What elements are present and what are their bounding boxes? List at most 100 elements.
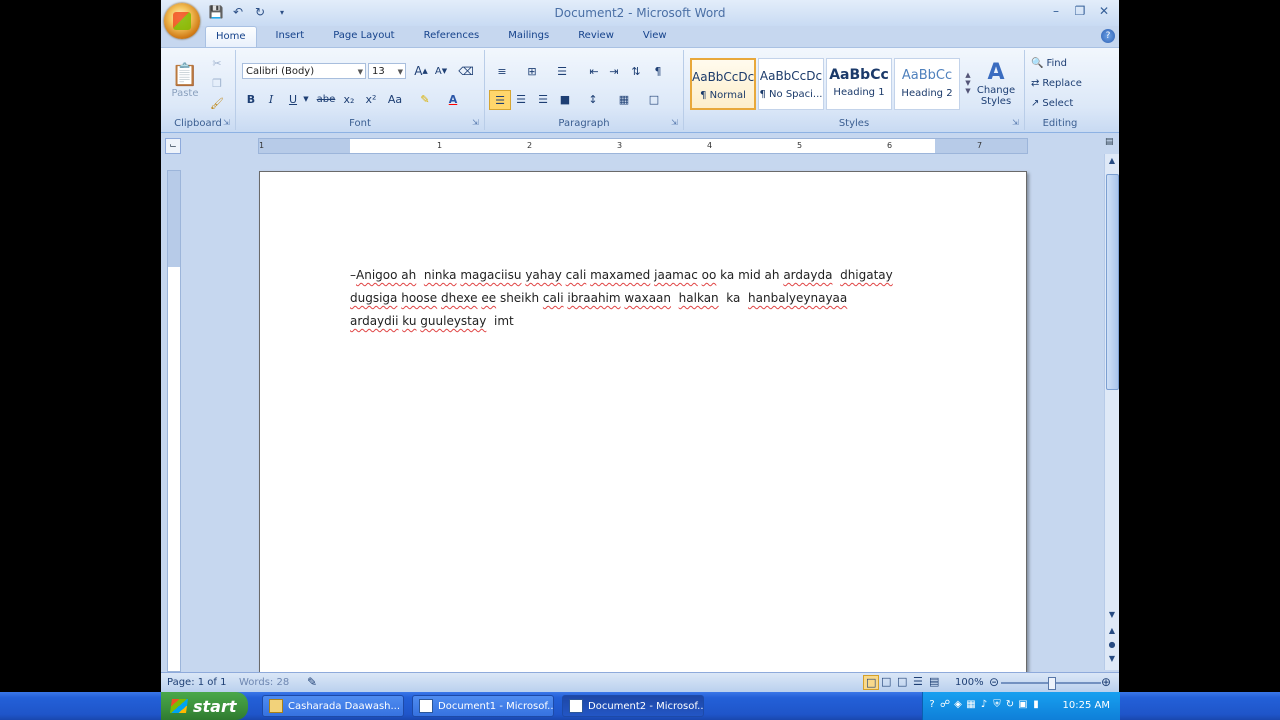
zoom-slider-handle[interactable] bbox=[1048, 677, 1056, 690]
select-button[interactable]: ↗ Select bbox=[1031, 94, 1091, 112]
underline-button[interactable]: U bbox=[284, 90, 302, 108]
page-count[interactable]: Page: 1 of 1 bbox=[167, 677, 226, 688]
vertical-ruler[interactable] bbox=[167, 170, 181, 672]
taskbar-item-folder[interactable]: Casharada Daawash... bbox=[262, 695, 404, 717]
horizontal-ruler[interactable]: 1 1 2 3 4 5 6 7 bbox=[258, 138, 1028, 154]
proofing-icon[interactable]: ✎ bbox=[307, 675, 317, 689]
print-layout-icon[interactable]: □ bbox=[863, 675, 880, 690]
justify-icon[interactable]: ■ bbox=[555, 90, 575, 108]
language-tray-icon[interactable]: ◈ bbox=[953, 699, 963, 711]
style-no-spacing[interactable]: AaBbCcDc ¶ No Spaci... bbox=[758, 58, 824, 110]
subscript-button[interactable]: x₂ bbox=[340, 90, 358, 108]
replace-button[interactable]: ⇄ Replace bbox=[1031, 74, 1093, 92]
font-size-combo[interactable]: 13 ▼ bbox=[368, 63, 406, 79]
zoom-out-icon[interactable]: ⊝ bbox=[989, 675, 999, 689]
font-group: Calibri (Body) ▼ 13 ▼ A ▲ A ▼ ⌫ B I U ▼ abe … bbox=[236, 50, 485, 130]
style-heading-2[interactable]: AaBbCc Heading 2 bbox=[894, 58, 960, 110]
zoom-in-icon[interactable]: ⊕ bbox=[1101, 675, 1111, 689]
browse-object-icon[interactable]: ● bbox=[1105, 640, 1119, 652]
align-left-icon[interactable]: ☰ bbox=[489, 90, 511, 110]
shield-tray-icon[interactable]: ⛨ bbox=[992, 699, 1002, 711]
start-button[interactable]: start bbox=[161, 692, 248, 720]
change-case-button[interactable]: Aa bbox=[384, 90, 406, 108]
italic-button[interactable]: I bbox=[262, 90, 280, 108]
tab-view[interactable]: View bbox=[633, 26, 677, 48]
dialog-launcher-icon[interactable]: ⇲ bbox=[1012, 119, 1020, 127]
multilevel-list-icon[interactable]: ☰ bbox=[549, 62, 575, 80]
cut-icon[interactable]: ✂ bbox=[207, 54, 227, 72]
sort-icon[interactable]: ⇅ bbox=[627, 62, 645, 80]
office-button[interactable] bbox=[164, 3, 200, 39]
security-tray-icon[interactable]: ☍ bbox=[940, 699, 950, 711]
tab-references[interactable]: References bbox=[414, 26, 490, 48]
decrease-indent-icon[interactable]: ⇤ bbox=[585, 62, 603, 80]
minimize-icon[interactable]: – bbox=[1045, 2, 1067, 20]
style-heading-1[interactable]: AaBbCc Heading 1 bbox=[826, 58, 892, 110]
tab-mailings[interactable]: Mailings bbox=[498, 26, 559, 48]
chevron-down-icon: ▼ bbox=[357, 68, 363, 76]
tab-page-layout[interactable]: Page Layout bbox=[323, 26, 404, 48]
network-tray-icon[interactable]: ▦ bbox=[966, 699, 976, 711]
full-screen-reading-icon[interactable]: □ bbox=[881, 675, 891, 688]
battery-tray-icon[interactable]: ▮ bbox=[1031, 699, 1041, 711]
sync-tray-icon[interactable]: ↻ bbox=[1005, 699, 1015, 711]
restore-icon[interactable]: ❐ bbox=[1069, 2, 1091, 20]
find-button[interactable]: 🔍 Find bbox=[1031, 54, 1091, 72]
format-painter-icon[interactable]: 🖌 bbox=[207, 94, 227, 112]
draft-icon[interactable]: ▤ bbox=[929, 675, 939, 688]
line-spacing-icon[interactable]: ↕ bbox=[581, 90, 605, 108]
numbering-icon[interactable]: ⊞ bbox=[519, 62, 545, 80]
tab-insert[interactable]: Insert bbox=[266, 26, 315, 48]
strikethrough-button[interactable]: abe bbox=[316, 90, 336, 108]
zoom-level[interactable]: 100% bbox=[955, 677, 984, 688]
taskbar-item-document2[interactable]: Document2 - Microsof... bbox=[562, 695, 704, 717]
clear-formatting-icon[interactable]: ⌫ bbox=[456, 62, 476, 80]
monitor-tray-icon[interactable]: ▣ bbox=[1018, 699, 1028, 711]
dialog-launcher-icon[interactable]: ⇲ bbox=[671, 119, 679, 127]
close-icon[interactable]: ✕ bbox=[1093, 2, 1115, 20]
shading-icon[interactable]: ▦ bbox=[611, 90, 637, 108]
previous-page-icon[interactable]: ▲ bbox=[1105, 626, 1119, 638]
view-ruler-icon[interactable]: ▤ bbox=[1105, 137, 1117, 151]
align-center-icon[interactable]: ☰ bbox=[511, 90, 531, 108]
document-body[interactable]: –Anigoo ah ninka magaciisu yahay cali ma… bbox=[350, 264, 950, 333]
tab-review[interactable]: Review bbox=[568, 26, 624, 48]
show-marks-button[interactable]: ¶ bbox=[649, 62, 667, 80]
bullets-icon[interactable]: ≡ bbox=[489, 62, 515, 80]
font-color-icon[interactable]: A bbox=[442, 90, 464, 108]
taskbar-item-document1[interactable]: Document1 - Microsof... bbox=[412, 695, 554, 717]
volume-tray-icon[interactable]: ♪ bbox=[979, 699, 989, 711]
highlight-icon[interactable]: ✎ bbox=[414, 90, 436, 108]
dialog-launcher-icon[interactable]: ⇲ bbox=[223, 119, 231, 127]
tab-home[interactable]: Home bbox=[205, 26, 257, 49]
paste-button[interactable]: 📋 Paste bbox=[169, 56, 201, 106]
web-layout-icon[interactable]: □ bbox=[897, 675, 907, 688]
scroll-down-icon[interactable]: ▼ bbox=[1105, 610, 1119, 622]
help-tray-icon[interactable]: ? bbox=[927, 699, 937, 711]
document-page[interactable]: –Anigoo ah ninka magaciisu yahay cali ma… bbox=[259, 171, 1027, 693]
vertical-scrollbar[interactable]: ▲ ▼ ▲ ● ▼ bbox=[1104, 154, 1119, 670]
font-name-combo[interactable]: Calibri (Body) ▼ bbox=[242, 63, 366, 79]
tab-selector-icon[interactable]: ⌙ bbox=[165, 138, 181, 154]
styles-scroll[interactable]: ▲ ▼ ▼ bbox=[962, 58, 974, 108]
change-styles-button[interactable]: A Change Styles bbox=[976, 54, 1016, 112]
help-icon[interactable]: ? bbox=[1101, 29, 1115, 43]
copy-icon[interactable]: ❐ bbox=[207, 74, 227, 92]
scroll-thumb[interactable] bbox=[1106, 174, 1119, 390]
dialog-launcher-icon[interactable]: ⇲ bbox=[472, 119, 480, 127]
superscript-button[interactable]: x² bbox=[362, 90, 380, 108]
borders-icon[interactable]: □ bbox=[641, 90, 667, 108]
align-right-icon[interactable]: ☰ bbox=[533, 90, 553, 108]
increase-indent-icon[interactable]: ⇥ bbox=[605, 62, 623, 80]
grow-font-button[interactable]: A ▲ bbox=[412, 62, 430, 80]
shrink-font-button[interactable]: A ▼ bbox=[432, 62, 450, 80]
outline-icon[interactable]: ☰ bbox=[913, 675, 923, 688]
bold-button[interactable]: B bbox=[242, 90, 260, 108]
scroll-up-icon[interactable]: ▲ bbox=[1105, 156, 1119, 168]
next-page-icon[interactable]: ▼ bbox=[1105, 654, 1119, 666]
chevron-down-icon[interactable]: ▼ bbox=[302, 90, 310, 108]
taskbar: start Casharada Daawash... Document1 - M… bbox=[0, 692, 1280, 720]
style-normal[interactable]: AaBbCcDc ¶ Normal bbox=[690, 58, 756, 110]
clock[interactable]: 10:25 AM bbox=[1063, 700, 1110, 711]
word-count[interactable]: Words: 28 bbox=[239, 677, 289, 688]
